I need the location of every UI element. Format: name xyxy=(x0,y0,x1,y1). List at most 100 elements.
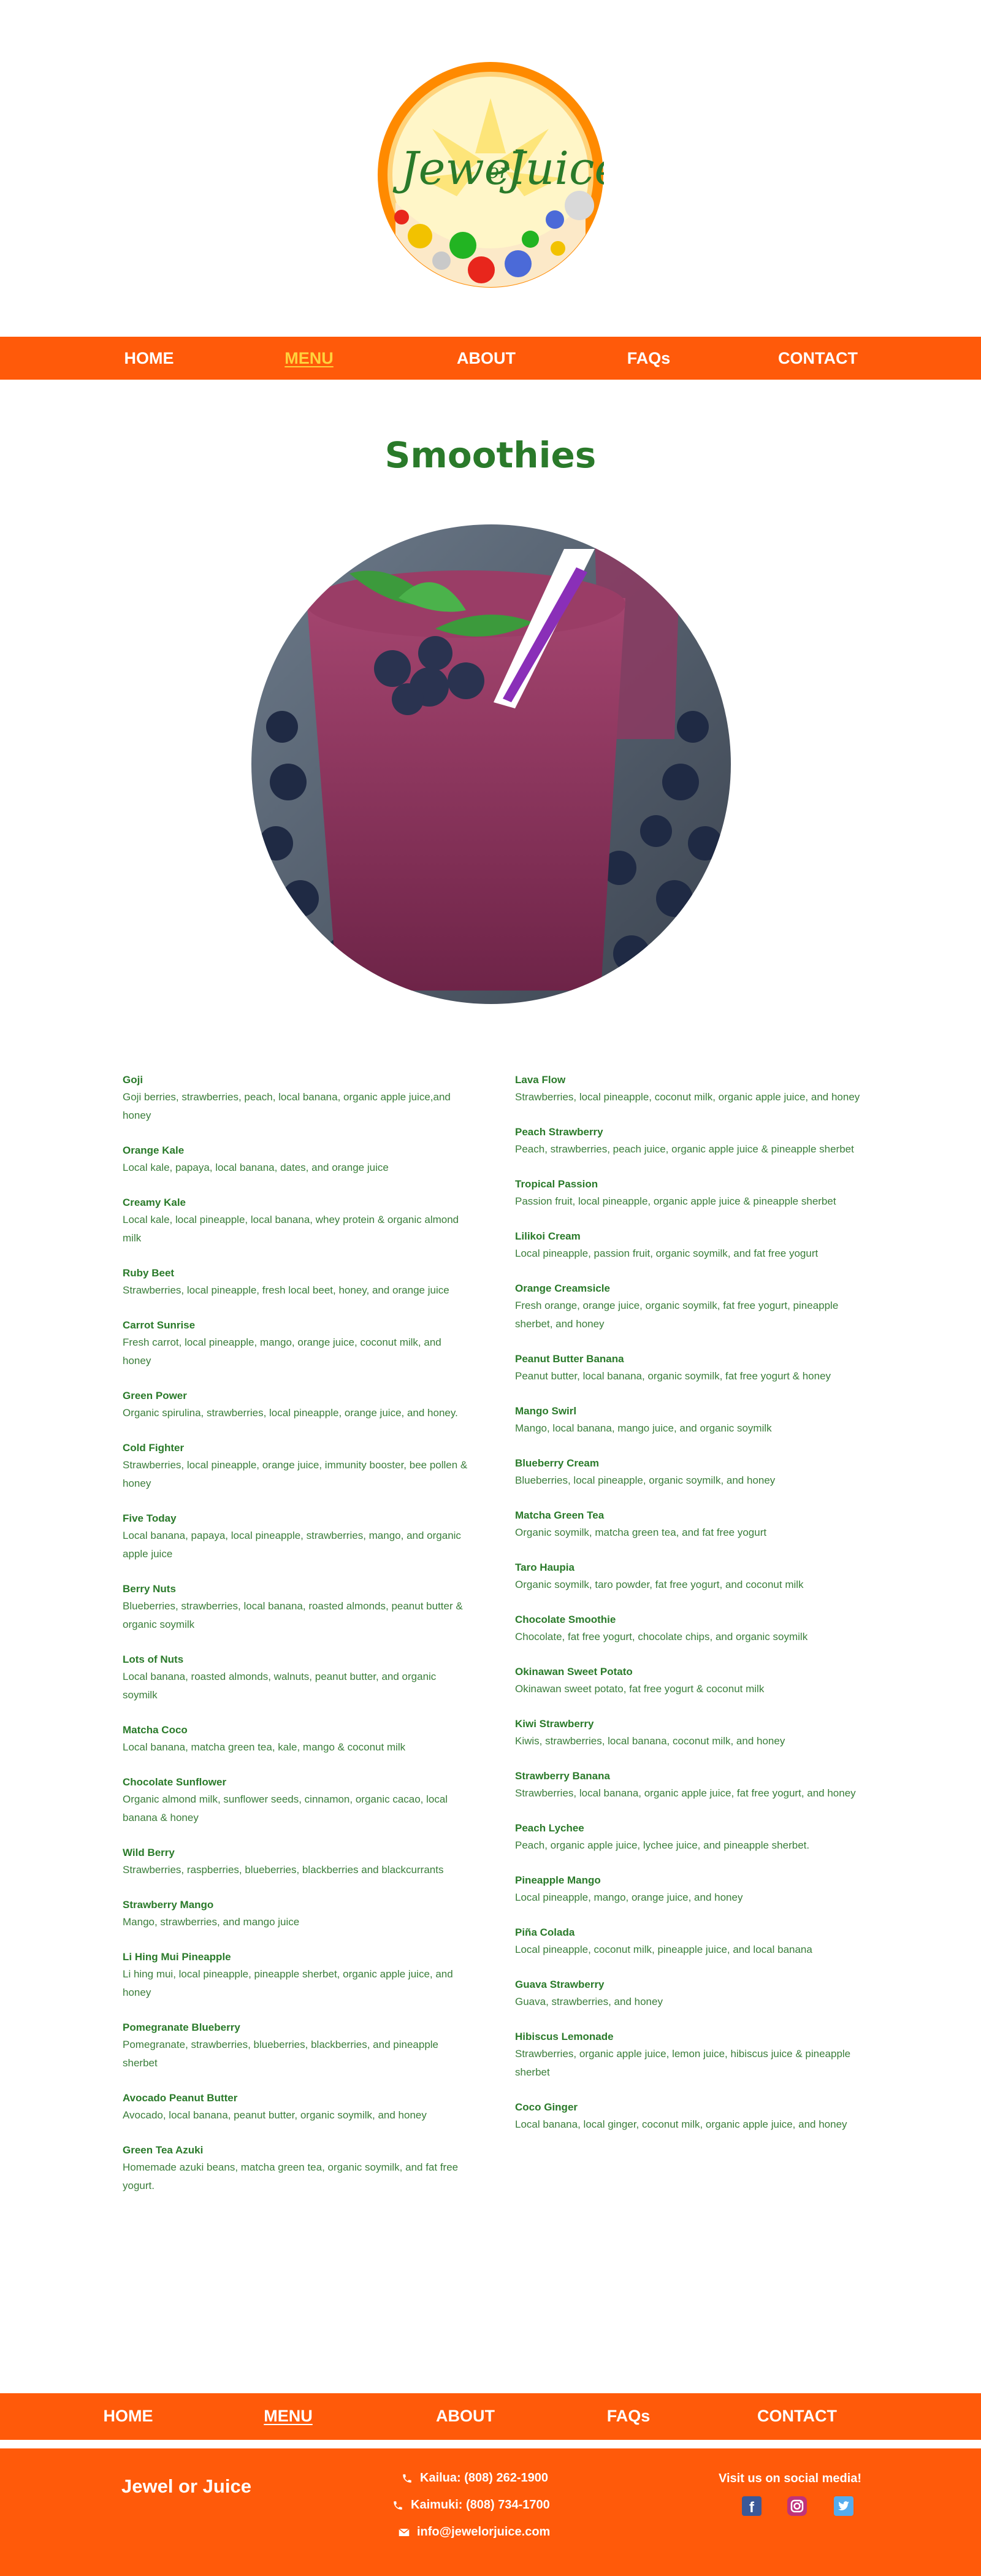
menu-item-name: Lilikoi Cream xyxy=(515,1230,581,1242)
menu-item-description: Homemade azuki beans, matcha green tea, … xyxy=(123,2161,459,2191)
menu-item-name: Strawberry Mango xyxy=(123,1899,214,1911)
kaimuki-phone-text: Kaimuki: (808) 734-1700 xyxy=(411,2498,550,2512)
menu-item-description: Fresh orange, orange juice, organic soym… xyxy=(515,1300,839,1330)
menu-item: Hibiscus Lemonade Strawberries, organic a… xyxy=(515,2029,861,2082)
menu-item-description: Strawberries, local banana, organic appl… xyxy=(515,1787,856,1799)
menu-item-description: Peach, organic apple juice, lychee juice… xyxy=(515,1839,810,1851)
menu-item-name: Coco Ginger xyxy=(515,2101,578,2113)
menu-column-right: Lava Flow Strawberries, local pineapple, … xyxy=(515,1072,861,2152)
menu-item-description: Organic spirulina, strawberries, local p… xyxy=(123,1407,458,1419)
menu-item: Berry Nuts Blueberries, strawberries, loc… xyxy=(123,1581,469,1634)
menu-item: Lilikoi Cream Local pineapple, passion fr… xyxy=(515,1229,861,1263)
menu-item-name: Matcha Coco xyxy=(123,1724,188,1736)
menu-item-description: Local pineapple, mango, orange juice, an… xyxy=(515,1892,743,1903)
menu-item-description: Mango, local banana, mango juice, and or… xyxy=(515,1422,772,1434)
menu-item-description: Local banana, matcha green tea, kale, ma… xyxy=(123,1741,406,1753)
menu-item-name: Li Hing Mui Pineapple xyxy=(123,1951,231,1963)
menu-item: Green Tea Azuki Homemade azuki beans, mat… xyxy=(123,2142,469,2195)
menu-item-name: Guava Strawberry xyxy=(515,1979,605,1990)
menu-item-description: Local banana, local ginger, coconut milk… xyxy=(515,2118,847,2130)
menu-item-name: Peach Lychee xyxy=(515,1822,584,1834)
menu-item: Peach Lychee Peach, organic apple juice, … xyxy=(515,1820,861,1855)
menu-item-name: Green Power xyxy=(123,1390,187,1401)
nav-menu-link[interactable]: MENU xyxy=(284,349,334,368)
menu-item: Strawberry Banana Strawberries, local ban… xyxy=(515,1768,861,1803)
footer-nav-contact-link[interactable]: CONTACT xyxy=(757,2407,837,2426)
menu-item-name: Peach Strawberry xyxy=(515,1126,603,1138)
menu-item-description: Passion fruit, local pineapple, organic … xyxy=(515,1195,836,1207)
main-navigation: HOME MENU ABOUT FAQs CONTACT xyxy=(0,337,981,380)
kailua-phone[interactable]: Kailua: (808) 262-1900 xyxy=(402,2471,548,2485)
menu-item: Ruby Beet Strawberries, local pineapple, … xyxy=(123,1265,469,1300)
menu-item-name: Blueberry Cream xyxy=(515,1457,600,1469)
email-link[interactable]: info@jewelorjuice.com xyxy=(399,2525,550,2539)
kaimuki-phone[interactable]: Kaimuki: (808) 734-1700 xyxy=(392,2498,550,2512)
menu-item-name: Chocolate Smoothie xyxy=(515,1614,616,1625)
menu-item-name: Berry Nuts xyxy=(123,1583,176,1595)
footer-nav-faqs-link[interactable]: FAQs xyxy=(607,2407,651,2426)
menu-item-description: Strawberries, raspberries, blueberries, … xyxy=(123,1864,444,1876)
footer-nav-home-link[interactable]: HOME xyxy=(104,2407,153,2426)
menu-item: Blueberry Cream Blueberries, local pineap… xyxy=(515,1455,861,1490)
nav-contact-link[interactable]: CONTACT xyxy=(778,349,858,368)
menu-item: Cold Fighter Strawberries, local pineappl… xyxy=(123,1440,469,1493)
envelope-icon xyxy=(399,2528,410,2536)
footer-divider xyxy=(0,2440,981,2448)
menu-item-name: Carrot Sunrise xyxy=(123,1319,196,1331)
menu-item: Coco Ginger Local banana, local ginger, c… xyxy=(515,2099,861,2134)
menu-item-description: Local pineapple, coconut milk, pineapple… xyxy=(515,1944,812,1955)
menu-item-description: Strawberries, local pineapple, fresh loc… xyxy=(123,1284,449,1296)
menu-item: Pomegranate Blueberry Pomegranate, strawb… xyxy=(123,2020,469,2072)
menu-item-name: Okinawan Sweet Potato xyxy=(515,1666,633,1677)
menu-item: Tropical Passion Passion fruit, local pin… xyxy=(515,1176,861,1211)
menu-item-description: Okinawan sweet potato, fat free yogurt &… xyxy=(515,1683,765,1695)
menu-item: Orange Creamsicle Fresh orange, orange ju… xyxy=(515,1281,861,1333)
menu-item-name: Orange Creamsicle xyxy=(515,1282,610,1294)
menu-item: Strawberry Mango Mango, strawberries, and… xyxy=(123,1897,469,1931)
nav-faqs-link[interactable]: FAQs xyxy=(627,349,671,368)
logo-juice: Juice xyxy=(499,142,604,195)
site-footer: Jewel or Juice Kailua: (808) 262-1900 Ka… xyxy=(0,2448,981,2576)
menu-item-name: Cold Fighter xyxy=(123,1442,185,1454)
footer-nav-menu-link[interactable]: MENU xyxy=(264,2407,313,2426)
menu-item-description: Local pineapple, passion fruit, organic … xyxy=(515,1248,819,1259)
menu-item-name: Chocolate Sunflower xyxy=(123,1776,227,1788)
menu-item: Matcha Green Tea Organic soymilk, matcha … xyxy=(515,1508,861,1542)
menu-item: Avocado Peanut Butter Avocado, local bana… xyxy=(123,2090,469,2125)
menu-item-name: Green Tea Azuki xyxy=(123,2144,204,2156)
social-title: Visit us on social media! xyxy=(719,2472,862,2485)
menu-item-name: Matcha Green Tea xyxy=(515,1509,605,1521)
menu-item-description: Local banana, papaya, local pineapple, s… xyxy=(123,1530,461,1560)
menu-item-name: Pomegranate Blueberry xyxy=(123,2022,240,2033)
menu-item-name: Kiwi Strawberry xyxy=(515,1718,594,1730)
menu-item-name: Taro Haupia xyxy=(515,1562,574,1573)
menu-item-description: Blueberries, local pineapple, organic so… xyxy=(515,1474,776,1486)
menu-item-name: Lava Flow xyxy=(515,1074,566,1086)
menu-item: Chocolate Smoothie Chocolate, fat free yo… xyxy=(515,1612,861,1646)
menu-item-name: Pineapple Mango xyxy=(515,1874,601,1886)
nav-home-link[interactable]: HOME xyxy=(124,349,174,368)
menu-item: Piña Colada Local pineapple, coconut milk… xyxy=(515,1925,861,1959)
menu-item-name: Wild Berry xyxy=(123,1847,175,1858)
menu-item-name: Orange Kale xyxy=(123,1144,185,1156)
footer-brand: Jewel or Juice xyxy=(121,2475,251,2497)
facebook-icon[interactable]: f xyxy=(741,2496,762,2517)
svg-text:f: f xyxy=(749,2499,755,2516)
menu-item: Wild Berry Strawberries, raspberries, blu… xyxy=(123,1845,469,1879)
menu-item-name: Goji xyxy=(123,1074,143,1086)
footer-nav-about-link[interactable]: ABOUT xyxy=(436,2407,495,2426)
nav-about-link[interactable]: ABOUT xyxy=(457,349,516,368)
menu-item-description: Local banana, roasted almonds, walnuts, … xyxy=(123,1671,437,1701)
menu-item-name: Ruby Beet xyxy=(123,1267,175,1279)
menu-item: Kiwi Strawberry Kiwis, strawberries, loca… xyxy=(515,1716,861,1750)
menu-item-description: Peach, strawberries, peach juice, organi… xyxy=(515,1143,854,1155)
menu-item: Peach Strawberry Peach, strawberries, pea… xyxy=(515,1124,861,1159)
menu-item-description: Local kale, papaya, local banana, dates,… xyxy=(123,1162,389,1173)
site-logo[interactable]: Jewel or Juice xyxy=(377,61,621,288)
instagram-icon[interactable] xyxy=(787,2496,807,2517)
menu-item: Taro Haupia Organic soymilk, taro powder,… xyxy=(515,1560,861,1594)
menu-item-description: Blueberries, strawberries, local banana,… xyxy=(123,1600,463,1630)
menu-item-description: Goji berries, strawberries, peach, local… xyxy=(123,1091,451,1121)
menu-item-description: Strawberries, local pineapple, orange ju… xyxy=(123,1459,468,1489)
twitter-icon[interactable] xyxy=(833,2496,854,2517)
